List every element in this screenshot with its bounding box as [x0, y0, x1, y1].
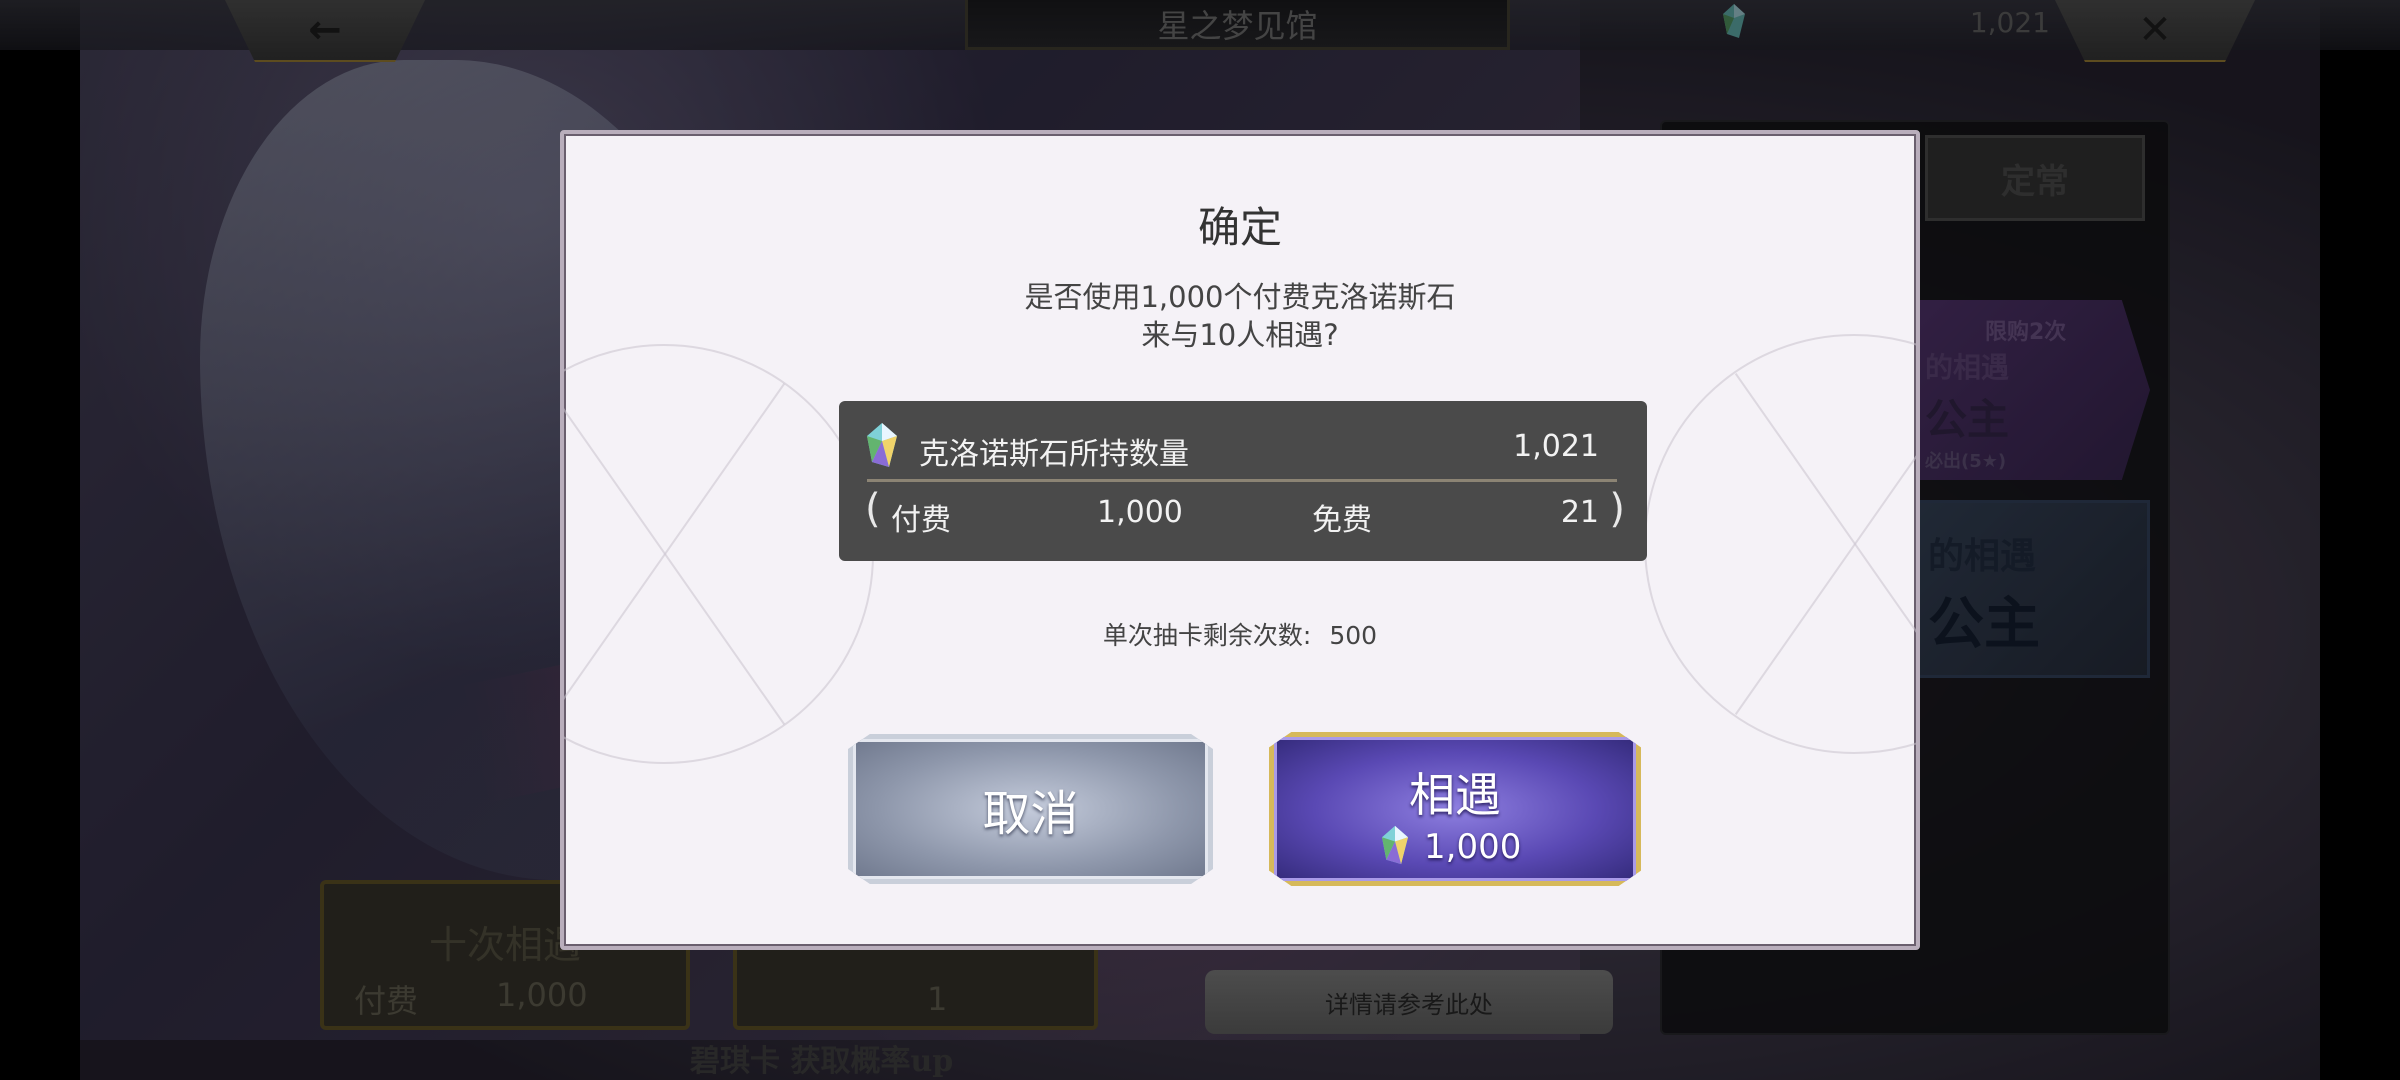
paid-label: 付费 [891, 503, 951, 538]
dialog-message: 是否使用1,000个付费克洛诺斯石 来与10人相遇? [564, 278, 1916, 354]
dialog-title: 确定 [1197, 203, 1282, 252]
free-label: 免费 [1312, 503, 1372, 538]
stones-label: 克洛诺斯石所持数量 [919, 437, 1189, 472]
remaining-pulls: 单次抽卡剩余次数: 500 [564, 616, 1916, 652]
divider [867, 479, 1617, 482]
encounter-button[interactable]: 相遇 1,000 [1269, 732, 1641, 886]
free-value: 21 [1560, 495, 1599, 530]
paid-value: 1,000 [1097, 495, 1183, 530]
remaining-label: 单次抽卡剩余次数: [1102, 621, 1312, 650]
dialog-message-line: 是否使用1,000个付费克洛诺斯石 [1024, 280, 1456, 314]
paren-open: ( [865, 486, 881, 532]
stone-balance-box: 克洛诺斯石所持数量 1,021 ( 付费 1,000 免费 21 ) [839, 401, 1647, 561]
cancel-button[interactable]: 取消 [848, 734, 1213, 884]
paren-close: ) [1609, 486, 1625, 532]
stones-total: 1,021 [1513, 429, 1599, 464]
remaining-value: 500 [1329, 621, 1378, 650]
dialog-message-line: 来与10人相遇? [1141, 318, 1339, 352]
prism-gem-icon [867, 423, 897, 467]
encounter-cost: 1,000 [1424, 827, 1522, 867]
confirm-dialog: 确定 是否使用1,000个付费克洛诺斯石 来与10人相遇? 克洛诺斯石所持数量 … [560, 130, 1920, 950]
prism-gem-icon [1382, 825, 1408, 865]
encounter-label: 相遇 [1409, 768, 1501, 822]
decorative-emblem [564, 344, 874, 764]
decorative-emblem [1644, 334, 1916, 754]
